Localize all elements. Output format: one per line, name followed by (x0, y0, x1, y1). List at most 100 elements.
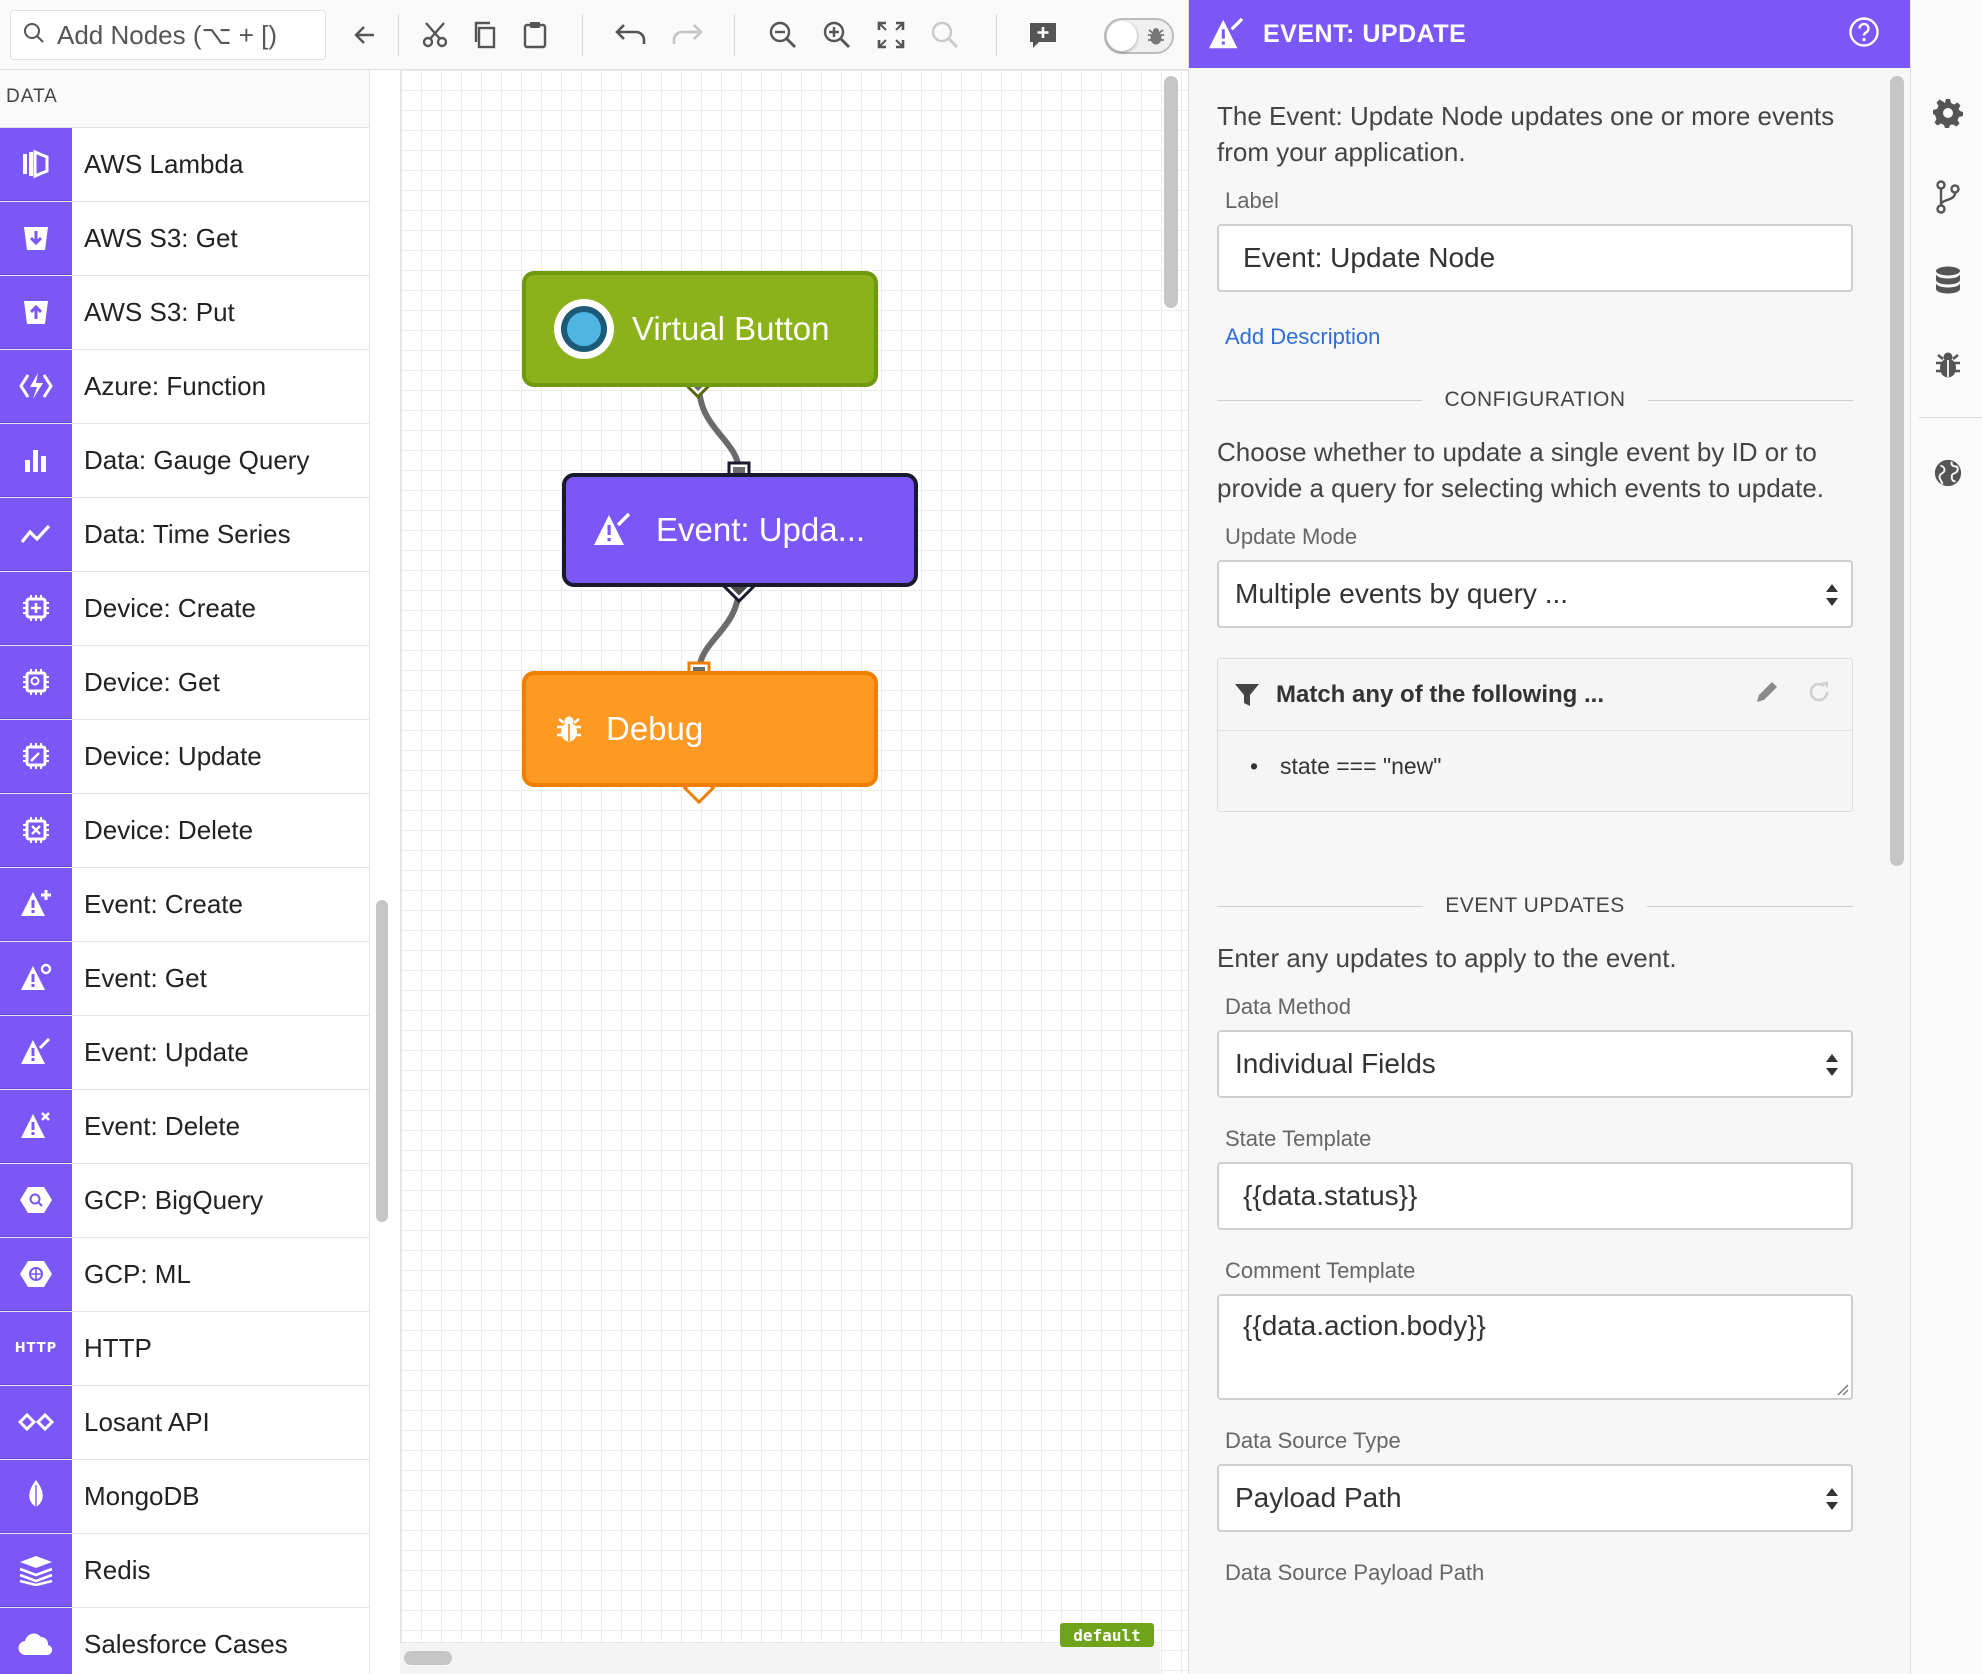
palette-item-label: Event: Get (84, 963, 207, 993)
panel-scrollbar[interactable] (1890, 76, 1904, 866)
losant-api-icon (0, 1386, 72, 1459)
add-description-link[interactable]: Add Description (1225, 324, 1869, 350)
palette-item-salesforce-cases[interactable]: Salesforce Cases (0, 1608, 369, 1674)
palette-item-aws-s3-put[interactable]: AWS S3: Put (0, 276, 369, 350)
event-delete-icon (0, 1090, 72, 1163)
s3-get-icon (0, 202, 72, 275)
canvas-vertical-scrollbar[interactable] (1164, 76, 1178, 308)
toggle-knob (1107, 21, 1137, 51)
resize-grip-icon[interactable] (1835, 1382, 1849, 1396)
node-debug[interactable]: Debug (522, 671, 878, 787)
cut-button[interactable] (412, 12, 458, 58)
mongodb-icon (0, 1460, 72, 1533)
select-arrows-icon (1826, 584, 1838, 606)
device-get-icon (0, 646, 72, 719)
node-event-update[interactable]: Event: Upda... (562, 473, 918, 587)
palette-item-aws-s3-get[interactable]: AWS S3: Get (0, 202, 369, 276)
palette-item-losant-api[interactable]: Losant API (0, 1386, 369, 1460)
node-label: Virtual Button (632, 310, 830, 347)
s3-put-icon (0, 276, 72, 349)
bug-icon (1148, 28, 1164, 45)
collapse-palette-button[interactable] (342, 12, 388, 58)
undo-button[interactable] (608, 12, 654, 58)
paste-button[interactable] (512, 12, 558, 58)
palette-item-aws-lambda[interactable]: AWS Lambda (0, 128, 369, 202)
search-icon (23, 20, 45, 51)
copy-button[interactable] (462, 12, 508, 58)
version-branch-icon[interactable] (1933, 180, 1963, 214)
palette-scrollbar[interactable] (376, 900, 388, 1222)
palette-item-label: Azure: Function (84, 371, 267, 401)
select-arrows-icon (1826, 1054, 1838, 1076)
debug-toggle[interactable] (1104, 18, 1174, 54)
palette-item-device-update[interactable]: Device: Update (0, 720, 369, 794)
event-update-icon (0, 1016, 72, 1089)
zoom-out-icon (769, 21, 796, 48)
select-arrows-icon (1826, 1488, 1838, 1510)
zoom-in-button[interactable] (814, 12, 860, 58)
palette-item-gcp-ml[interactable]: GCP: ML (0, 1238, 369, 1312)
canvas-horizontal-scrollbar[interactable] (404, 1651, 452, 1665)
palette-item-data-gauge-query[interactable]: Data: Gauge Query (0, 424, 369, 498)
redis-icon (0, 1534, 72, 1607)
refresh-icon[interactable] (1806, 679, 1832, 705)
palette-item-event-update[interactable]: Event: Update (0, 1016, 369, 1090)
palette-item-event-create[interactable]: Event: Create (0, 868, 369, 942)
add-nodes-search[interactable]: Add Nodes (⌥ + [) (10, 10, 326, 60)
right-tool-strip (1910, 0, 1982, 1674)
palette-item-event-delete[interactable]: Event: Delete (0, 1090, 369, 1164)
data-method-label: Data Method (1225, 994, 1351, 1019)
node-virtual-button[interactable]: Virtual Button (522, 271, 878, 387)
help-icon[interactable] (1848, 16, 1880, 53)
globe-icon[interactable] (1933, 458, 1963, 488)
data-source-type-select[interactable]: Payload Path (1217, 1464, 1853, 1532)
state-template-input[interactable]: {{data.status}} (1217, 1162, 1853, 1230)
palette-item-gcp-bigquery[interactable]: GCP: BigQuery (0, 1164, 369, 1238)
palette-item-redis[interactable]: Redis (0, 1534, 369, 1608)
palette-item-http[interactable]: HTTP HTTP (0, 1312, 369, 1386)
device-delete-icon (0, 794, 72, 867)
palette-item-azure-function[interactable]: Azure: Function (0, 350, 369, 424)
query-clause: state === "new" (1250, 753, 1852, 780)
textarea-value: {{data.action.body}} (1243, 1310, 1486, 1341)
palette-item-label: Event: Update (84, 1037, 249, 1067)
palette-item-device-get[interactable]: Device: Get (0, 646, 369, 720)
bug-icon[interactable] (1933, 350, 1963, 380)
palette-item-label: HTTP (84, 1333, 152, 1363)
comment-template-textarea[interactable]: {{data.action.body}} (1217, 1294, 1853, 1400)
database-icon[interactable] (1933, 266, 1963, 296)
redo-button[interactable] (664, 12, 710, 58)
canvas-horizontal-track (400, 1642, 1160, 1674)
palette-item-mongodb[interactable]: MongoDB (0, 1460, 369, 1534)
select-value: Individual Fields (1235, 1048, 1436, 1079)
palette-item-event-get[interactable]: Event: Get (0, 942, 369, 1016)
palette-item-device-create[interactable]: Device: Create (0, 572, 369, 646)
configuration-section-header: CONFIGURATION (1217, 388, 1854, 412)
update-mode-select[interactable]: Multiple events by query ... (1217, 560, 1853, 628)
select-value: Payload Path (1235, 1482, 1402, 1513)
palette-item-label: AWS Lambda (84, 149, 244, 179)
label-input[interactable]: Event: Update Node (1217, 224, 1853, 292)
find-node-button[interactable] (922, 12, 968, 58)
event-updates-section-header: EVENT UPDATES (1217, 894, 1854, 918)
device-update-icon (0, 720, 72, 793)
clipboard-icon (523, 22, 547, 49)
palette-item-label: AWS S3: Put (84, 297, 235, 327)
zoom-out-button[interactable] (760, 12, 806, 58)
undo-icon (615, 24, 646, 44)
http-icon: HTTP (0, 1312, 72, 1385)
palette-item-label: Data: Gauge Query (84, 445, 310, 475)
data-method-select[interactable]: Individual Fields (1217, 1030, 1853, 1098)
node-label: Debug (606, 710, 704, 747)
palette-item-data-time-series[interactable]: Data: Time Series (0, 498, 369, 572)
http-icon-text: HTTP (14, 1340, 58, 1356)
add-comment-button[interactable] (1020, 12, 1066, 58)
comment-template-label: Comment Template (1225, 1258, 1416, 1283)
event-update-icon (594, 512, 631, 545)
palette-item-device-delete[interactable]: Device: Delete (0, 794, 369, 868)
comment-add-icon (1030, 23, 1056, 48)
fit-to-screen-button[interactable] (868, 12, 914, 58)
gear-icon[interactable] (1933, 98, 1963, 128)
virtual-button-icon (554, 299, 614, 359)
edit-icon[interactable] (1754, 679, 1780, 705)
